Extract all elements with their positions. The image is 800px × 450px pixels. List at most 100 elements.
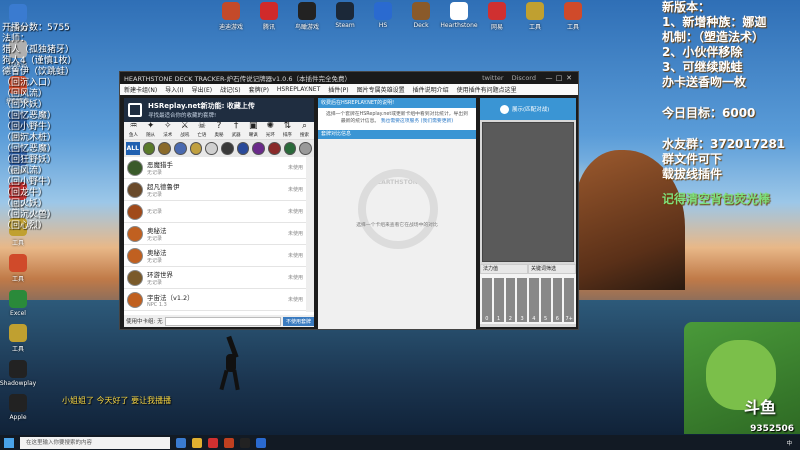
menu-item[interactable]: 战记(S) [220,85,241,94]
mana-column[interactable]: 7+ [564,278,574,322]
window-title: HEARTHSTONE DECK TRACKER-炉石传说记牌器v1.0.6（本… [124,75,352,83]
desktop-shortcut[interactable]: 网易 [481,2,513,36]
desktop-shortcut[interactable]: 工具 [2,254,34,283]
maximize-icon[interactable]: □ [554,74,564,82]
class-portrait-icon[interactable] [267,142,281,155]
desktop-shortcut[interactable]: Hearthstone [440,2,478,36]
close-icon[interactable]: ✕ [564,74,574,82]
no-deck-button[interactable]: 不使用套牌 [282,316,314,326]
obs-icon[interactable] [240,437,250,448]
filter-button[interactable]: ⚔ 战吼 [177,121,192,139]
twitter-link[interactable]: twitter [482,74,503,82]
desktop-shortcut[interactable]: Steam [329,2,361,36]
desktop-shortcut[interactable]: 工具 [519,2,551,36]
desktop-shortcut[interactable]: 迪迪游戏 [215,2,247,36]
filter-button[interactable]: ♒ 鱼人 [126,121,141,139]
mana-column[interactable]: 5 [540,278,551,322]
desktop-shortcut[interactable]: Shadowplay [0,360,36,387]
deck-row[interactable]: 宇宙法（v1.2） NPC 1.3 未使用 [124,289,306,311]
mana-column[interactable]: 2 [505,278,516,322]
deck-row[interactable]: 奥秘法 无记录 未使用 [124,223,306,245]
match-button[interactable]: 展示(匹配对战) [480,98,576,120]
score-text: 开播分数：5755 [2,23,70,33]
deck-row[interactable]: 环游世界 无记录 未使用 [124,267,306,289]
deck-search-input[interactable] [164,316,281,326]
menu-item[interactable]: 使用插件有问题点这里 [457,85,517,94]
desktop-shortcut[interactable]: Deck [405,2,437,36]
stats-link[interactable]: 我也需要这项服务 (我们需要更新) [381,119,453,124]
desktop-shortcut[interactable]: 工具 [557,2,589,36]
windows-start-icon[interactable] [4,437,14,448]
class-portrait-icon[interactable] [283,142,297,155]
class-portrait-icon[interactable] [220,142,234,155]
filter-label: 搜索 [299,132,309,138]
system-tray[interactable]: 中 [786,439,800,447]
menu-item[interactable]: 图片专属英雄设置 [357,85,405,94]
filter-button[interactable]: ✺ 光环 [263,121,278,139]
overlay-line: （回心烈） [2,221,48,231]
filter-button[interactable]: ⌕ 搜索 [297,121,312,139]
deck-row[interactable]: 恶魔猎手 无记录 未使用 [124,157,306,179]
desktop-shortcut[interactable]: 腾讯 [253,2,285,36]
window-titlebar[interactable]: HEARTHSTONE DECK TRACKER-炉石传说记牌器v1.0.6（本… [120,72,578,84]
mana-column[interactable]: 0 [482,278,492,322]
filter-button[interactable]: ⇅ 排序 [280,121,295,139]
filter-button[interactable]: † 武器 [229,121,244,139]
hsreplay-banner[interactable]: HSReplay.net新功能: 收藏上传 寻找最适合你的收藏的套牌! [124,98,314,122]
stream-right-overlay: 新版本： 1、新增种族：娜迦 机制：（塑造法术） 2、小伙伴移除 3、可继续跳蛙… [662,0,800,207]
deck-name: 恶魔猎手 [147,161,173,169]
class-portrait-icon[interactable] [236,142,250,155]
netease-icon[interactable] [208,437,218,448]
taskbar-search[interactable]: 在这里输入你要搜索的内容 [20,436,170,449]
mana-column[interactable]: 4 [529,278,539,322]
filter-button[interactable]: ? 奥秘 [211,121,226,139]
filter-button[interactable]: ✧ 法术 [160,121,175,139]
shortcut-label: Steam [335,22,355,29]
deck-row[interactable]: 奥秘法 无记录 未使用 [124,245,306,267]
class-portrait-icon[interactable] [142,142,156,155]
deck-list: 恶魔猎手 无记录 未使用 超凡德鲁伊 无记录 未使用 无记录 未使用 奥秘法 无记录 未使用 奥秘法无… [124,157,314,312]
mana-column[interactable]: 1 [493,278,504,322]
app-icon[interactable] [224,437,234,448]
desktop-shortcut[interactable]: HS [367,2,399,36]
class-portrait-icon[interactable] [158,142,171,155]
deck-subtitle: 无记录 [147,209,163,215]
class-portrait-icon[interactable] [205,142,218,155]
menu-item[interactable]: 套牌(P) [249,85,269,94]
class-portrait-icon[interactable] [299,142,312,155]
filter-button[interactable]: ☠ 亡语 [194,121,209,139]
explorer-icon[interactable] [192,437,202,448]
filter-button[interactable]: ▣ 嘲讽 [246,121,261,139]
mana-column[interactable]: 3 [517,278,527,322]
menu-item[interactable]: 插件说明介绍 [413,85,449,94]
menu-item[interactable]: HSREPLAY.NET [277,86,320,93]
discord-link[interactable]: Discord [512,74,536,82]
desktop-shortcut[interactable]: Excel [2,290,34,317]
menu-item[interactable]: 导入(I) [165,85,183,94]
deck-row[interactable]: 无记录 未使用 [124,201,306,223]
deck-text: 无记录 [147,208,288,215]
edge-icon[interactable] [176,437,186,448]
menu-item[interactable]: 插件(P) [328,85,348,94]
filter-button[interactable]: ✦ 随从 [143,121,158,139]
app-icon [298,2,316,20]
class-portrait-icon[interactable] [252,142,265,155]
overlay-line: （回风流） [2,166,48,176]
deck-row[interactable]: 超凡德鲁伊 无记录 未使用 [124,179,306,201]
hearthstone-icon[interactable] [256,437,266,448]
class-all-button[interactable]: ALL [126,142,140,155]
class-portrait-icon[interactable] [173,142,187,155]
class-portrait-icon[interactable] [189,142,203,155]
desktop-shortcut[interactable]: 工具 [2,324,34,353]
menu-item[interactable]: 新建卡组(N) [124,85,157,94]
patch-title: 新版本： [662,0,711,14]
desktop-shortcut[interactable]: Apple [2,394,34,421]
menu-item[interactable]: 导出(E) [192,85,212,94]
mana-column[interactable]: 6 [552,278,563,322]
shortcut-label: 工具 [11,240,24,247]
tab-mana[interactable]: 法力值 [480,264,528,274]
minimize-icon[interactable]: — [544,74,554,82]
tab-keyword[interactable]: 关键词筛选 [528,264,576,274]
hearthstone-emblem-icon [358,169,438,249]
desktop-shortcut[interactable]: 鸟瞰游戏 [291,2,323,36]
